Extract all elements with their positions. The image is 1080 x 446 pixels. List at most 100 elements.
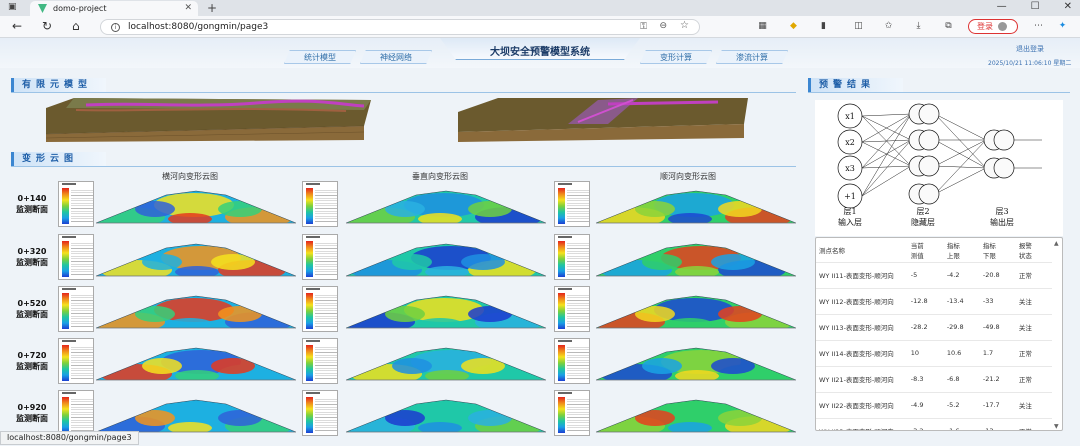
cell-point-name: WY II13-表面变形-顺河向 <box>819 324 894 332</box>
cell-current: 10 <box>910 349 920 357</box>
network-label: 输入层 <box>838 217 862 227</box>
row-label-2: 0+320 监测断面 <box>14 246 50 268</box>
table-row[interactable]: WY II12-表面变形-顺河向 -12.8 -13.4 -33 关注 <box>816 288 1052 314</box>
favorites-icon[interactable]: ✩ <box>883 21 894 32</box>
row-label-1: 0+140 监测断面 <box>14 193 50 215</box>
download-icon[interactable]: ⤓ <box>913 21 924 32</box>
browser-tab[interactable]: domo-project ✕ <box>30 1 198 16</box>
new-tab-icon[interactable]: + <box>207 1 217 15</box>
table-row[interactable]: WY II11-表面变形-顺河向 -5 -4.2 -20.8 正常 <box>816 262 1052 288</box>
deformation-contour-plot <box>96 295 296 329</box>
table-row[interactable]: WY II21-表面变形-顺河向 -8.3 -6.8 -21.2 正常 <box>816 366 1052 392</box>
datetime-text: 2025/10/21 11:06:10 星期二 <box>988 60 1072 67</box>
table-row[interactable]: WY II13-表面变形-顺河向 -28.2 -29.8 -49.8 关注 <box>816 314 1052 340</box>
deformation-contour-plot <box>596 190 796 224</box>
warning-divider <box>808 92 1070 93</box>
cell-upper: -4.2 <box>946 271 960 279</box>
app-icon[interactable]: ▦ <box>757 21 768 32</box>
nav-tab-stat-model[interactable]: 统计模型 <box>284 50 356 64</box>
address-bar[interactable]: i localhost:8080/gongmin/page3 ⚿ ⊖ ☆ <box>100 19 700 35</box>
login-button[interactable]: 登录 <box>968 19 1018 34</box>
deformation-contour-plot <box>346 243 546 277</box>
station-label: 监测断面 <box>16 362 48 371</box>
site-info-icon[interactable]: i <box>111 22 120 32</box>
maximize-icon[interactable]: ☐ <box>1031 1 1040 12</box>
network-edge <box>934 139 987 169</box>
deformation-contour-plot <box>96 347 296 381</box>
network-node <box>918 155 940 177</box>
logout-link[interactable]: 退出登录 <box>1016 44 1044 54</box>
fem-divider <box>11 92 796 93</box>
nav-tab-neural-net[interactable]: 神经网络 <box>360 50 432 64</box>
deform-section-title: 变形云图 <box>11 152 106 166</box>
copilot-icon[interactable]: ✦ <box>1057 21 1068 32</box>
network-label: +1 <box>844 192 856 201</box>
contour-legend <box>302 234 338 280</box>
tab-actions-icon[interactable]: ▣ <box>8 2 17 12</box>
scroll-down-icon[interactable]: ▼ <box>1054 423 1059 430</box>
cell-current: -3.2 <box>908 418 944 430</box>
scroll-up-icon[interactable]: ▲ <box>1054 240 1059 247</box>
row-label-5: 0+920 监测断面 <box>14 402 50 424</box>
cell-point-name: WY II14-表面变形-顺河向 <box>819 350 894 358</box>
network-label: x2 <box>845 138 855 147</box>
close-tab-icon[interactable]: ✕ <box>184 3 192 13</box>
table-row[interactable]: WY II22-表面变形-顺河向 -4.9 -5.2 -17.7 关注 <box>816 392 1052 418</box>
contour-legend <box>554 390 590 436</box>
extension-icon[interactable]: ◆ <box>788 21 799 32</box>
back-icon[interactable]: ← <box>12 19 22 33</box>
key-icon[interactable]: ⚿ <box>640 22 647 32</box>
table-scrollbar[interactable]: ▲ ▼ <box>1053 240 1061 430</box>
favorite-icon[interactable]: ☆ <box>680 20 689 31</box>
page-content: 大坝安全预警模型系统 统计模型 神经网络 变形计算 渗流计算 退出登录 2025… <box>0 38 1080 436</box>
browser-toolbar: ← ↻ ⌂ i localhost:8080/gongmin/page3 ⚿ ⊖… <box>0 16 1080 38</box>
cell-upper: 10.6 <box>946 349 962 357</box>
cell-upper: -13.4 <box>946 297 964 305</box>
sidebar-toggle-icon[interactable]: ▮ <box>818 21 829 32</box>
network-edge <box>934 113 987 141</box>
contour-legend <box>554 286 590 332</box>
deformation-contour-plot <box>596 295 796 329</box>
reload-icon[interactable]: ↻ <box>42 19 52 33</box>
cell-lower: -33 <box>982 297 994 305</box>
th-status: 报警 状态 <box>1018 241 1032 260</box>
cell-upper: -6.8 <box>946 375 960 383</box>
cell-upper: -1.6 <box>944 418 980 430</box>
nav-tab-seepage-calc[interactable]: 渗流计算 <box>716 50 788 64</box>
network-edge <box>861 113 912 143</box>
warning-table-grid: 测点名称 当前 测值 指标 上限 指标 下限 报警 状态 WY II11-表面变… <box>816 238 1052 430</box>
cell-upper: -29.8 <box>946 323 964 331</box>
home-icon[interactable]: ⌂ <box>72 19 80 33</box>
station-label: 监测断面 <box>16 310 48 319</box>
cell-current: -5 <box>910 271 918 279</box>
cell-status: 正常 <box>1016 418 1052 430</box>
station-label: 监测断面 <box>16 414 48 423</box>
cell-lower: -49.8 <box>982 323 1000 331</box>
network-label: 隐藏层 <box>911 217 935 227</box>
network-label: x1 <box>845 112 855 121</box>
nav-tab-deform-calc[interactable]: 变形计算 <box>640 50 712 64</box>
zoom-icon[interactable]: ⊖ <box>659 21 667 31</box>
network-edge <box>861 113 912 197</box>
split-screen-icon[interactable]: ◫ <box>853 21 864 32</box>
table-row[interactable]: WY II14-表面变形-顺河向 10 10.6 1.7 正常 <box>816 340 1052 366</box>
close-window-icon[interactable]: ✕ <box>1064 1 1072 12</box>
th-current: 当前 测值 <box>910 241 924 260</box>
network-edge <box>861 139 912 169</box>
cell-status: 关注 <box>1018 324 1032 332</box>
station-number: 0+520 <box>17 299 47 308</box>
table-row[interactable]: WY II23-表面变形-顺河向-3.2-1.6-13正常 <box>816 418 1052 430</box>
col-head-longitudinal: 顺河向变形云图 <box>660 172 716 181</box>
collections-icon[interactable]: ⧉ <box>943 21 954 32</box>
cell-point-name: WY II12-表面变形-顺河向 <box>819 298 894 306</box>
network-edge <box>934 139 987 195</box>
more-icon[interactable]: ⋯ <box>1033 21 1044 32</box>
warning-table[interactable]: 测点名称 当前 测值 指标 上限 指标 下限 报警 状态 WY II11-表面变… <box>815 237 1063 431</box>
cell-lower: 1.7 <box>982 349 994 357</box>
station-number: 0+140 <box>17 194 47 203</box>
url-text: localhost:8080/gongmin/page3 <box>128 22 269 32</box>
cell-point-name: WY II21-表面变形-顺河向 <box>819 376 894 384</box>
minimize-icon[interactable]: — <box>997 1 1007 12</box>
contour-legend <box>554 234 590 280</box>
network-label: 层1 <box>843 207 856 216</box>
